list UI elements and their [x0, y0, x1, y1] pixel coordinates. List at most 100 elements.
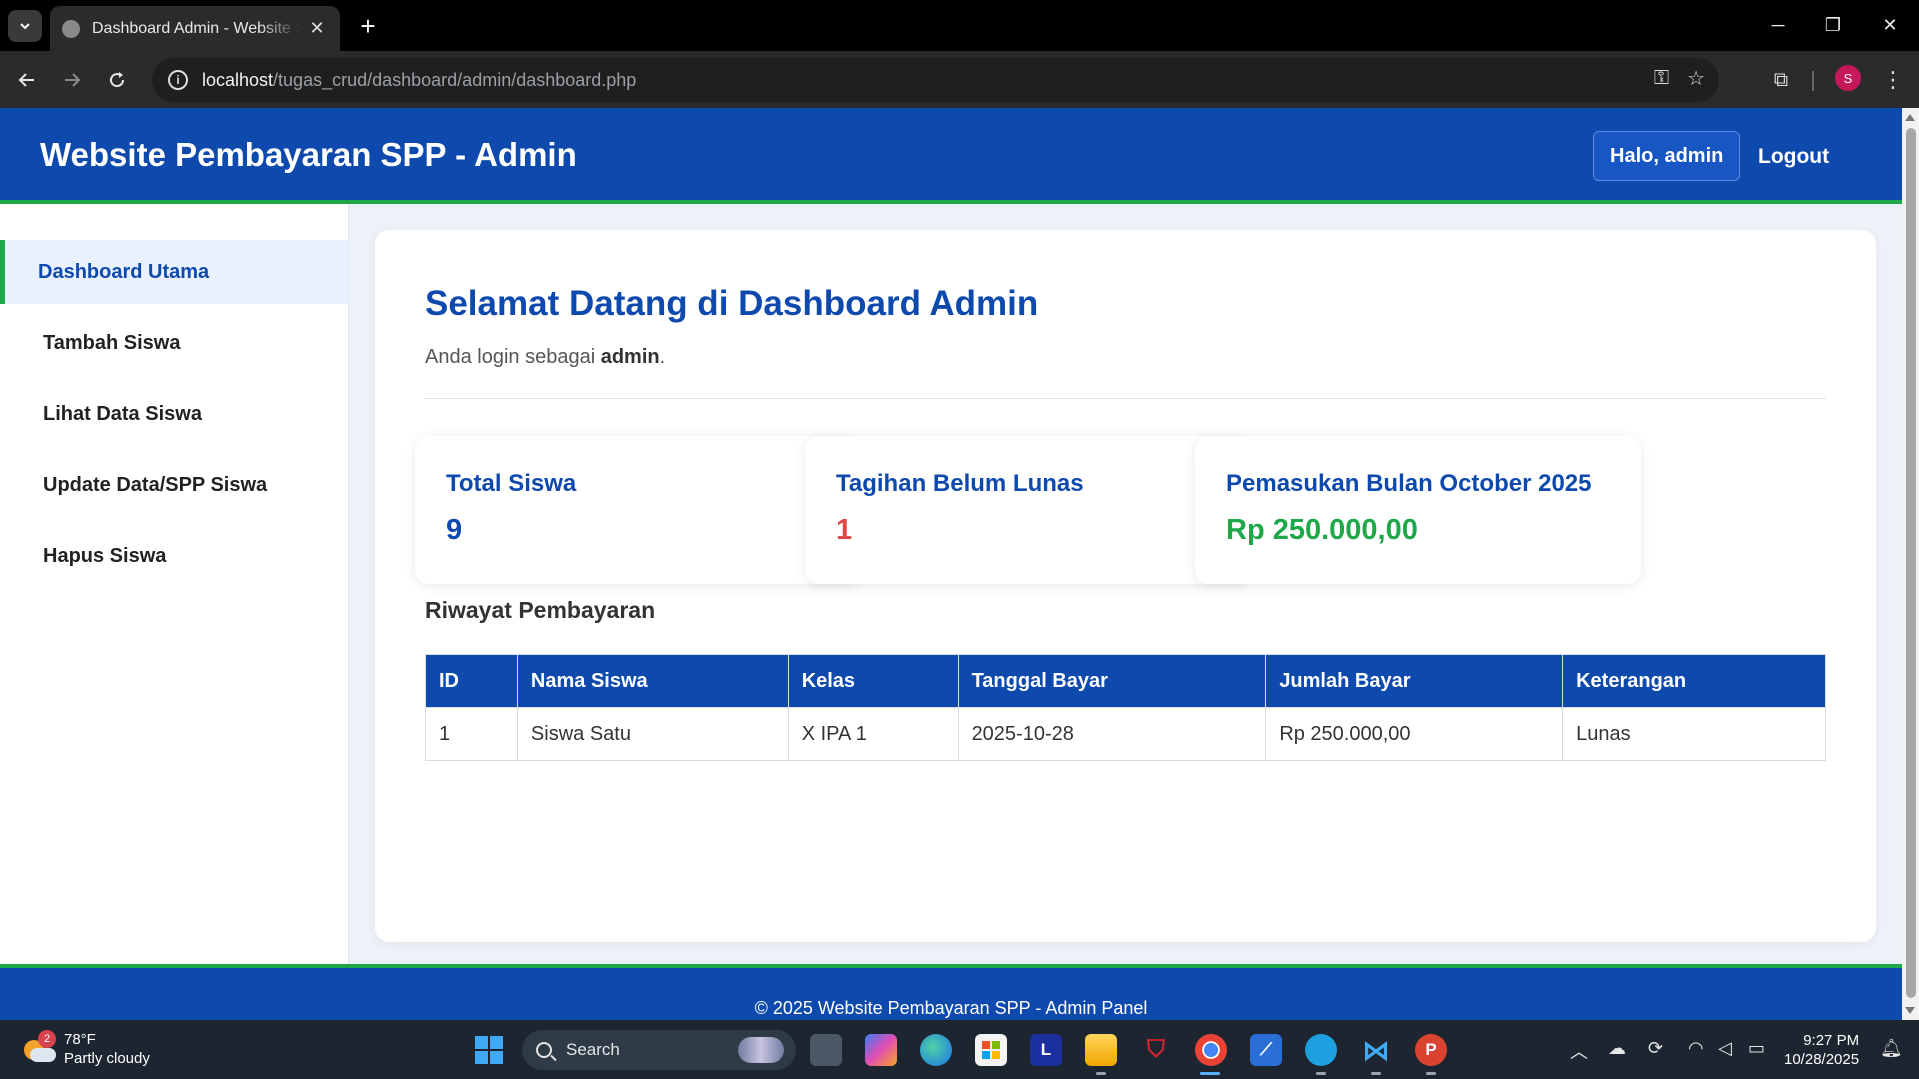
- column-header: Keterangan: [1562, 654, 1826, 708]
- stat-card-tagihan-belum-lunas: Tagihan Belum Lunas 1: [805, 436, 1251, 584]
- column-header: Jumlah Bayar: [1265, 654, 1564, 708]
- windows-taskbar: 2 78°F Partly cloudy Search L ⛉ ⟋ ⋈ P ︿ …: [0, 1020, 1919, 1079]
- vscode-icon[interactable]: ⋈: [1360, 1034, 1392, 1066]
- new-tab-button[interactable]: +: [352, 10, 384, 42]
- volume-icon[interactable]: ◁: [1718, 1038, 1732, 1059]
- clock-time: 9:27 PM: [1803, 1032, 1860, 1049]
- taskbar-search[interactable]: Search: [522, 1030, 796, 1070]
- browser-toolbar: i localhost/tugas_crud/dashboard/admin/d…: [0, 51, 1919, 108]
- search-highlight-icon: [738, 1037, 784, 1063]
- task-view-icon[interactable]: [810, 1034, 842, 1066]
- toolbar-separator: [1812, 71, 1814, 91]
- running-indicator: [1316, 1072, 1326, 1075]
- app-footer: © 2025 Website Pembayaran SPP - Admin Pa…: [0, 964, 1902, 1020]
- back-button[interactable]: [10, 63, 44, 97]
- page-title: Selamat Datang di Dashboard Admin: [425, 284, 1039, 323]
- sidebar-item-tambah-siswa[interactable]: Tambah Siswa: [0, 311, 348, 375]
- column-header: Tanggal Bayar: [957, 654, 1267, 708]
- arrow-left-icon: [18, 73, 34, 87]
- sidebar-item-update-data[interactable]: Update Data/SPP Siswa: [0, 453, 348, 517]
- tab-search-button[interactable]: [8, 10, 42, 42]
- scrollbar-thumb[interactable]: [1906, 128, 1916, 998]
- battery-icon[interactable]: ▭: [1748, 1038, 1765, 1059]
- powerpoint-icon[interactable]: P: [1415, 1034, 1447, 1066]
- divider: [425, 398, 1826, 399]
- user-greeting[interactable]: Halo, admin: [1593, 131, 1741, 181]
- restore-window-button[interactable]: ❐: [1813, 8, 1853, 42]
- cell-id: 1: [425, 707, 518, 761]
- forward-button[interactable]: [55, 63, 89, 97]
- column-header: ID: [425, 654, 518, 708]
- edge-browser-icon[interactable]: [920, 1034, 952, 1066]
- active-app-indicator: [1200, 1072, 1220, 1075]
- running-indicator: [1426, 1072, 1436, 1075]
- sidebar: Dashboard Utama Tambah Siswa Lihat Data …: [0, 204, 349, 964]
- extensions-puzzle-icon[interactable]: ⧉: [1764, 63, 1798, 97]
- address-bar[interactable]: i localhost/tugas_crud/dashboard/admin/d…: [152, 58, 1719, 102]
- copilot-icon[interactable]: [865, 1034, 897, 1066]
- site-info-icon[interactable]: i: [168, 70, 188, 90]
- password-key-icon[interactable]: ⚿: [1654, 67, 1669, 90]
- section-title-riwayat: Riwayat Pembayaran: [425, 597, 656, 623]
- tabby-terminal-icon[interactable]: [1305, 1034, 1337, 1066]
- page-scrollbar[interactable]: [1902, 108, 1919, 1020]
- stat-card-total-siswa: Total Siswa 9: [415, 436, 861, 584]
- cell-nama-siswa: Siswa Satu: [516, 707, 789, 761]
- close-tab-icon[interactable]: ✕: [306, 18, 328, 39]
- system-clock[interactable]: 9:27 PM 10/28/2025: [1784, 1031, 1859, 1069]
- reload-icon: [110, 72, 125, 88]
- profile-avatar[interactable]: S: [1835, 65, 1861, 91]
- more-menu-icon[interactable]: ⋮: [1878, 63, 1908, 97]
- search-label: Search: [566, 1040, 620, 1059]
- stat-label: Pemasukan Bulan October 2025: [1226, 470, 1592, 497]
- mcafee-icon[interactable]: ⛉: [1140, 1034, 1172, 1066]
- sidebar-item-lihat-data[interactable]: Lihat Data Siswa: [0, 382, 348, 446]
- main-content-card: Selamat Datang di Dashboard Admin Anda l…: [375, 230, 1876, 942]
- onedrive-icon[interactable]: ☁: [1608, 1038, 1626, 1059]
- weather-temperature: 78°F: [64, 1031, 96, 1048]
- code-app-icon[interactable]: ⟋: [1250, 1034, 1282, 1066]
- chrome-browser-icon[interactable]: [1195, 1034, 1227, 1066]
- arrow-right-icon: [65, 73, 81, 87]
- running-indicator: [1096, 1072, 1106, 1075]
- page-viewport: Website Pembayaran SPP - Admin Halo, adm…: [0, 108, 1902, 1020]
- windows-start-icon[interactable]: [473, 1034, 505, 1066]
- login-suffix: .: [659, 346, 666, 368]
- minimize-window-button[interactable]: ─: [1758, 8, 1798, 42]
- clock-date: 10/28/2025: [1784, 1051, 1860, 1068]
- scroll-up-icon[interactable]: [1905, 114, 1915, 121]
- table-row: 1 Siswa Satu X IPA 1 2025-10-28 Rp 250.0…: [425, 707, 1826, 761]
- partly-cloudy-icon: 2: [22, 1030, 58, 1064]
- reload-button[interactable]: [100, 63, 134, 97]
- weather-widget[interactable]: 2 78°F Partly cloudy: [22, 1030, 150, 1068]
- logout-link[interactable]: Logout: [1758, 145, 1829, 169]
- stat-value: 1: [836, 514, 853, 546]
- weather-condition: Partly cloudy: [64, 1050, 150, 1067]
- scroll-down-icon[interactable]: [1905, 1007, 1915, 1014]
- bookmark-star-icon[interactable]: ☆: [1687, 66, 1705, 91]
- sync-icon[interactable]: ⟳: [1648, 1038, 1663, 1059]
- sidebar-item-dashboard[interactable]: Dashboard Utama: [0, 240, 348, 304]
- file-explorer-icon[interactable]: [1085, 1034, 1117, 1066]
- payment-history-table: ID Nama Siswa Kelas Tanggal Bayar Jumlah…: [425, 654, 1826, 761]
- url-path: /tugas_crud/dashboard/admin/dashboard.ph…: [273, 69, 637, 90]
- stat-label: Total Siswa: [446, 470, 577, 497]
- stat-card-pemasukan: Pemasukan Bulan October 2025 Rp 250.000,…: [1195, 436, 1641, 584]
- login-username: admin: [600, 346, 660, 368]
- stat-value: 9: [446, 514, 463, 546]
- notification-bell-icon[interactable]: 🔔︎: [1880, 1038, 1903, 1059]
- chevron-down-icon: [20, 23, 30, 30]
- sidebar-item-hapus-siswa[interactable]: Hapus Siswa: [0, 524, 348, 588]
- browser-tabstrip: Dashboard Admin - Website SPP ✕ + ─ ❐ ✕: [0, 0, 1919, 51]
- globe-icon: [62, 19, 80, 38]
- close-window-button[interactable]: ✕: [1870, 8, 1910, 42]
- show-hidden-icons-chevron-icon[interactable]: ︿: [1570, 1038, 1588, 1064]
- running-indicator: [1371, 1072, 1381, 1075]
- footer-copyright: © 2025 Website Pembayaran SPP - Admin Pa…: [754, 998, 1148, 1018]
- launcher-l-icon[interactable]: L: [1030, 1034, 1062, 1066]
- browser-tab-active[interactable]: Dashboard Admin - Website SPP ✕: [50, 6, 340, 51]
- wifi-icon[interactable]: ◠: [1688, 1038, 1704, 1059]
- microsoft-store-icon[interactable]: [975, 1034, 1007, 1066]
- weather-badge: 2: [38, 1030, 56, 1048]
- column-header: Nama Siswa: [516, 654, 789, 708]
